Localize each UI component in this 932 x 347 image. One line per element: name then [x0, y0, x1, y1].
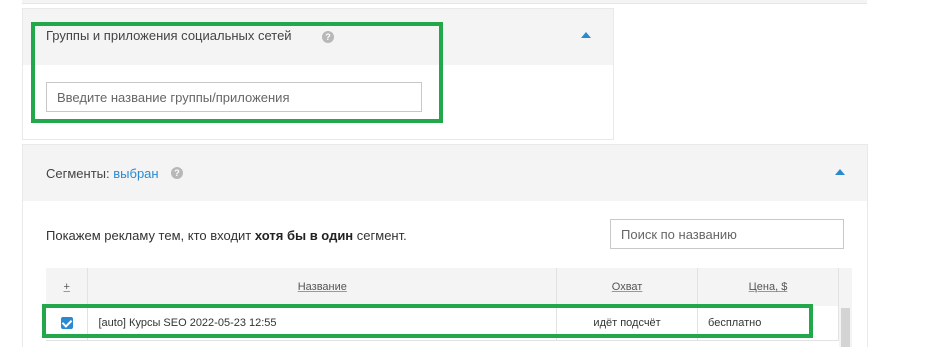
table-row[interactable]: [auto] Курсы SEO 2022-05-23 12:55 идёт п… [46, 306, 839, 341]
description-bold: хотя бы в один [254, 228, 354, 243]
collapse-arrow-icon[interactable] [835, 169, 845, 175]
row-checkbox-cell[interactable] [46, 306, 89, 341]
groups-panel: Группы и приложения социальных сетей ? [22, 8, 614, 140]
scrollbar-thumb[interactable] [841, 308, 850, 347]
groups-panel-header[interactable]: Группы и приложения социальных сетей ? [23, 9, 613, 65]
column-header-reach[interactable]: Охват [556, 268, 699, 306]
description-after: сегмент. [353, 228, 407, 243]
column-header-name[interactable]: Название [87, 268, 558, 306]
help-icon[interactable]: ? [322, 31, 334, 43]
segments-title: Сегменты: выбран [46, 166, 159, 181]
segment-name: [auto] Курсы SEO 2022-05-23 12:55 [87, 306, 558, 341]
description-before: Покажем рекламу тем, кто входит [46, 228, 255, 243]
groups-panel-title: Группы и приложения социальных сетей [46, 28, 292, 43]
segments-selected-link[interactable]: выбран [113, 166, 158, 181]
segments-table: + Название Охват Цена, $ [auto] Курсы SE… [46, 268, 839, 341]
help-icon[interactable]: ? [171, 167, 183, 179]
collapse-arrow-icon[interactable] [581, 32, 591, 38]
page: Группы и приложения социальных сетей ? С… [0, 0, 932, 347]
segment-reach: идёт подсчёт [556, 306, 699, 341]
table-scrollbar[interactable] [839, 268, 852, 347]
segments-title-prefix: Сегменты: [46, 166, 110, 181]
segments-description: Покажем рекламу тем, кто входит хотя бы … [46, 228, 407, 243]
group-search-input[interactable] [46, 82, 422, 112]
segment-price: бесплатно [697, 306, 839, 341]
previous-panel-edge [22, 0, 867, 4]
segments-panel-header[interactable]: Сегменты: выбран ? [23, 145, 867, 201]
table-header-row: + Название Охват Цена, $ [46, 268, 839, 306]
column-header-price[interactable]: Цена, $ [697, 268, 839, 306]
segment-search-input[interactable] [610, 219, 844, 249]
segments-panel: Сегменты: выбран ? Покажем рекламу тем, … [22, 144, 868, 347]
checkbox-icon[interactable] [60, 316, 73, 329]
column-header-check[interactable]: + [46, 268, 89, 306]
